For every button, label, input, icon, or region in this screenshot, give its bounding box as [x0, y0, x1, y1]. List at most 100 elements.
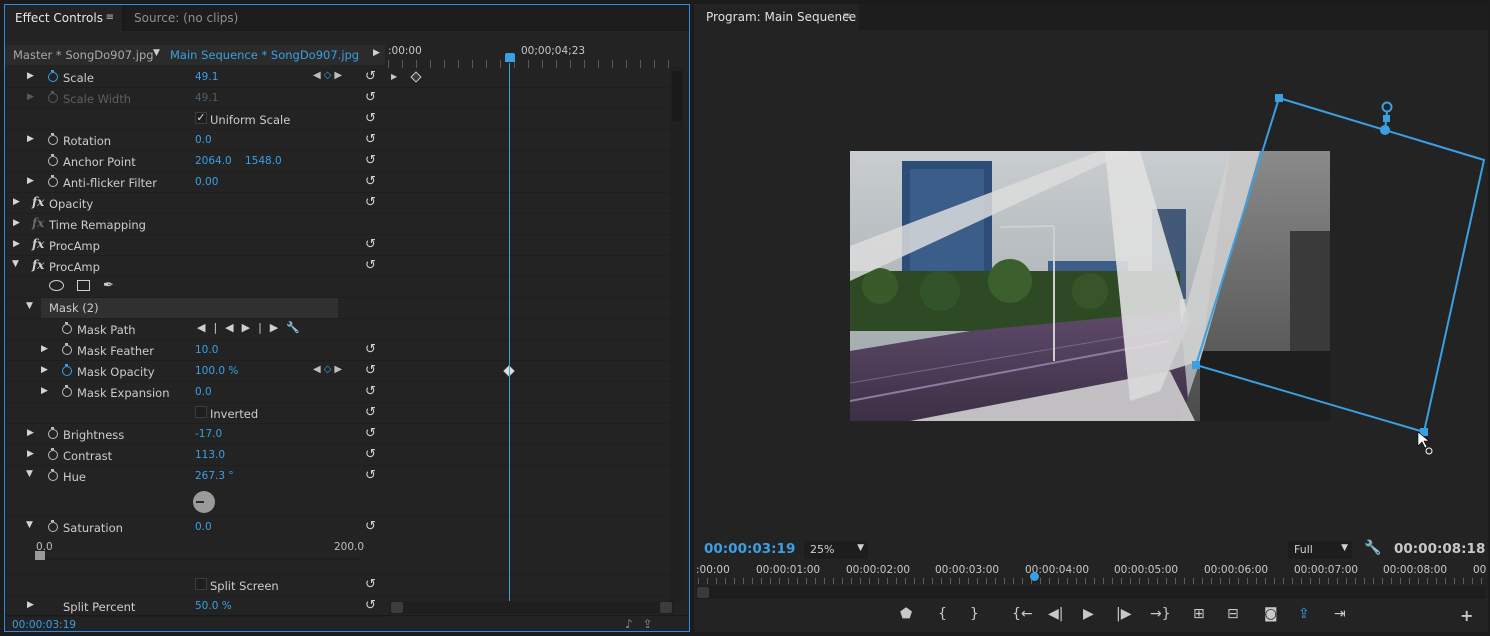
mask-rotation-anchor[interactable] — [1383, 115, 1390, 122]
reset-icon[interactable]: ↺ — [365, 237, 376, 252]
keyframe-track[interactable]: ▶ — [388, 67, 670, 88]
stopwatch-icon[interactable] — [47, 448, 58, 460]
trim-icon[interactable]: ⇥ — [1334, 606, 1346, 622]
keyframe-track[interactable] — [388, 235, 670, 256]
keyframe-track[interactable] — [388, 88, 670, 109]
reset-icon[interactable]: ↺ — [365, 132, 376, 147]
step-forward-icon[interactable]: |▶ — [1116, 606, 1131, 622]
zoom-level-select[interactable]: 25% ▼ — [804, 541, 868, 559]
property-row-anchor-point[interactable]: Anchor Point 2064.0 1548.0 ↺ — [5, 151, 388, 172]
reset-icon[interactable]: ↺ — [365, 153, 376, 168]
stopwatch-icon[interactable] — [47, 70, 58, 82]
expand-triangle-icon[interactable]: ▶ — [27, 71, 34, 81]
property-row-mask-feather[interactable]: ▶ Mask Feather 10.0 ↺ — [5, 340, 388, 361]
keyframe-track[interactable] — [388, 575, 670, 596]
effect-timeline-ruler[interactable]: :00:00 00;00;04;23 — [388, 45, 688, 68]
stopwatch-icon[interactable] — [47, 469, 58, 481]
reset-icon[interactable]: ↺ — [365, 447, 376, 462]
rectangle-mask-icon[interactable] — [77, 280, 90, 291]
stopwatch-icon[interactable] — [61, 343, 72, 355]
tab-program[interactable]: Program: Main Sequence ≡ — [694, 4, 859, 30]
extract-icon[interactable]: ⊟ — [1227, 606, 1239, 622]
go-to-out-icon[interactable]: →} — [1150, 606, 1171, 622]
comparison-view-icon[interactable]: ⇪ — [1298, 606, 1310, 622]
playhead-handle[interactable] — [505, 53, 515, 62]
expand-triangle-icon[interactable]: ▶ — [41, 386, 48, 396]
expand-triangle-icon[interactable]: ▶ — [13, 239, 20, 249]
mask-path-track-buttons[interactable]: ◀|◀▶|▶🔧 — [197, 321, 300, 334]
expand-triangle-icon[interactable]: ▶ — [27, 134, 34, 144]
reset-icon[interactable]: ↺ — [365, 577, 376, 592]
vertical-scroll-thumb[interactable] — [672, 71, 682, 121]
effect-row-opacity[interactable]: ▶ fx Opacity ↺ — [5, 193, 388, 214]
mask-header[interactable]: Mask (2) — [41, 298, 338, 318]
stopwatch-icon[interactable] — [47, 175, 58, 187]
expand-triangle-icon[interactable]: ▶ — [41, 344, 48, 354]
program-zoom-scrollbar[interactable] — [696, 586, 1486, 599]
ellipse-mask-icon[interactable] — [49, 280, 64, 291]
program-playhead[interactable] — [1030, 572, 1039, 581]
fx-icon[interactable]: fx — [32, 237, 44, 251]
reset-icon[interactable]: ↺ — [365, 174, 376, 189]
effect-row-procamp-2[interactable]: ▼ fx ProcAmp ↺ — [5, 256, 388, 277]
property-row-hue[interactable]: ▼ Hue 267.3 ° ↺ — [5, 466, 388, 517]
expand-triangle-icon[interactable]: ▶ — [13, 218, 20, 228]
expand-triangle-icon[interactable]: ▶ — [13, 197, 20, 207]
reset-icon[interactable]: ↺ — [365, 69, 376, 84]
reset-icon[interactable]: ↺ — [365, 468, 376, 483]
stopwatch-icon[interactable] — [47, 133, 58, 145]
fx-icon[interactable]: fx — [32, 195, 44, 209]
panel-menu-icon[interactable]: ≡ — [843, 4, 851, 30]
keyframe-navigator[interactable]: ◀◇▶ — [313, 70, 345, 81]
expand-triangle-icon[interactable]: ▶ — [27, 176, 34, 186]
property-row-scale-width[interactable]: ▶ Scale Width 49.1 ↺ — [5, 88, 388, 109]
expand-triangle-icon[interactable]: ▶ — [27, 92, 34, 102]
chevron-down-icon[interactable]: ▼ — [153, 48, 160, 58]
keyframe-track[interactable] — [388, 424, 670, 445]
expand-triangle-icon[interactable]: ▶ — [41, 365, 48, 375]
property-row-rotation[interactable]: ▶ Rotation 0.0 ↺ — [5, 130, 388, 151]
reset-icon[interactable]: ↺ — [365, 111, 376, 126]
mask-transform-box[interactable] — [1174, 90, 1488, 460]
property-row-saturation[interactable]: ▼ Saturation 0.0 ↺ 0.0 200.0 — [5, 517, 388, 575]
reset-icon[interactable]: ↺ — [365, 195, 376, 210]
property-row-uniform-scale[interactable]: ✓ Uniform Scale ↺ — [5, 109, 388, 130]
property-value[interactable]: 10.0 — [195, 344, 218, 356]
keyframe-track[interactable] — [388, 340, 670, 361]
property-value[interactable]: 0.0 — [195, 386, 212, 398]
horizontal-scrollbar[interactable] — [389, 601, 674, 614]
fx-icon[interactable]: fx — [32, 258, 44, 272]
split-screen-checkbox[interactable] — [195, 578, 207, 590]
lift-icon[interactable]: ⊞ — [1193, 606, 1205, 622]
playback-resolution-select[interactable]: Full ▼ — [1288, 541, 1352, 559]
property-value-y[interactable]: 1548.0 — [245, 155, 282, 167]
reset-icon[interactable]: ↺ — [365, 519, 376, 534]
property-row-split-percent[interactable]: ▶ Split Percent 50.0 % ↺ — [5, 596, 388, 617]
collapse-triangle-icon[interactable]: ▼ — [26, 469, 33, 479]
stopwatch-icon[interactable] — [61, 385, 72, 397]
keyframe-navigator[interactable]: ◀◇▶ — [313, 364, 345, 375]
stopwatch-icon[interactable] — [61, 322, 72, 334]
mask-corner-handle[interactable] — [1275, 94, 1283, 102]
keyframe-track[interactable] — [388, 277, 670, 298]
keyframe-track[interactable] — [388, 151, 670, 172]
mask-row[interactable]: ▼ Mask (2) — [5, 298, 388, 319]
current-time-display[interactable]: 00:00:03:19 — [12, 619, 76, 631]
expand-triangle-icon[interactable]: ▶ — [27, 428, 34, 438]
keyframe-diamond[interactable] — [410, 71, 422, 83]
reset-icon[interactable]: ↺ — [365, 426, 376, 441]
expand-triangle-icon[interactable]: ▶ — [27, 600, 34, 610]
reset-icon[interactable]: ↺ — [365, 405, 376, 420]
reset-icon[interactable]: ↺ — [365, 90, 376, 105]
stopwatch-icon[interactable] — [47, 154, 58, 166]
play-icon[interactable]: ▶ — [1083, 606, 1094, 622]
pen-mask-icon[interactable]: ✒ — [103, 278, 114, 293]
collapse-triangle-icon[interactable]: ▼ — [26, 301, 33, 311]
property-value[interactable]: 0.0 — [195, 521, 212, 533]
keyframe-track[interactable] — [388, 256, 670, 277]
property-value[interactable]: -17.0 — [195, 428, 222, 440]
scroll-handle-left[interactable] — [697, 587, 709, 598]
keyframe-track[interactable] — [388, 361, 670, 382]
reset-icon[interactable]: ↺ — [365, 258, 376, 273]
property-row-inverted[interactable]: Inverted ↺ — [5, 403, 388, 424]
